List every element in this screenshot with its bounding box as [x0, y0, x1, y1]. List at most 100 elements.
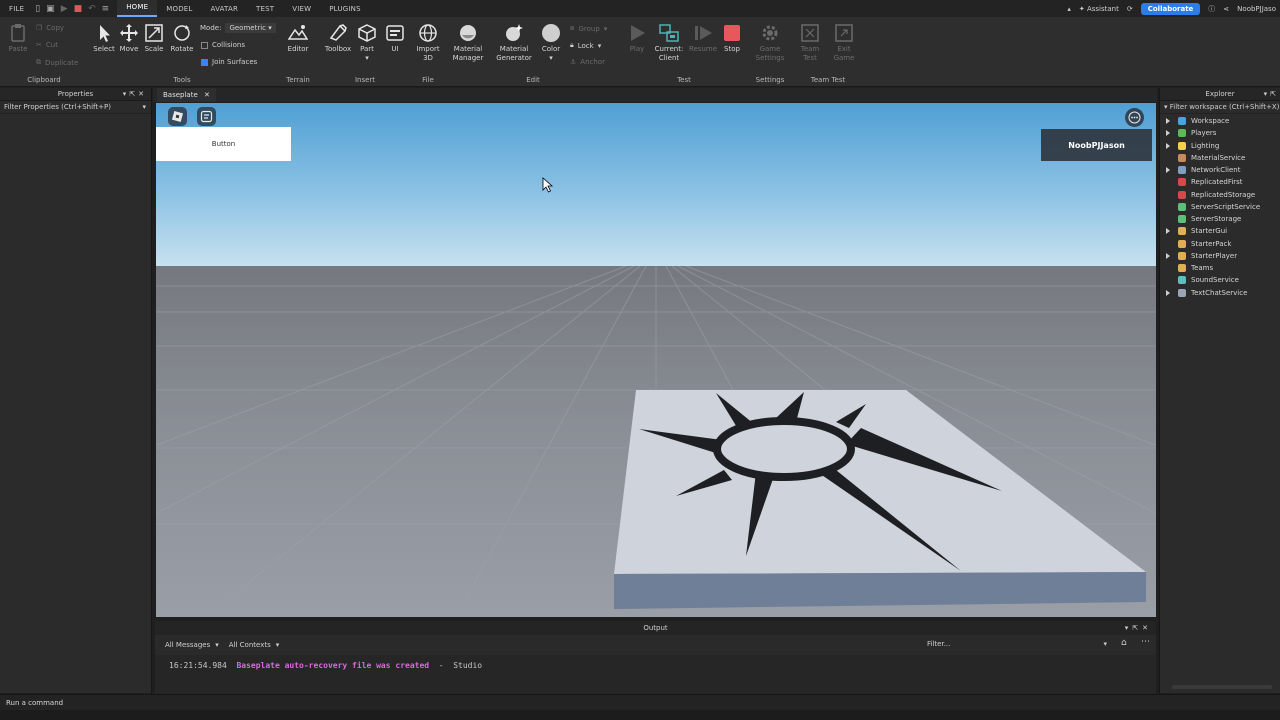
mode-selector[interactable]: Mode: Geometric ▾ — [200, 23, 276, 33]
tab-home[interactable]: HOME — [117, 0, 158, 17]
explorer-item-lighting[interactable]: Lighting — [1160, 140, 1280, 152]
explorer-item-starterplayer[interactable]: StarterPlayer — [1160, 250, 1280, 262]
close-icon[interactable]: ✕ — [138, 90, 147, 98]
viewport-gui-button[interactable]: Button — [156, 127, 291, 161]
clear-output-icon[interactable]: ⌂ — [1121, 638, 1127, 648]
toolbox-button[interactable]: Toolbox — [322, 23, 354, 54]
assistant-button[interactable]: ✦ Assistant — [1079, 5, 1119, 13]
explorer-item-players[interactable]: Players — [1160, 127, 1280, 139]
play-button[interactable]: Play — [624, 23, 650, 54]
collaborate-button[interactable]: Collaborate — [1140, 2, 1201, 15]
explorer-item-teams[interactable]: Teams — [1160, 262, 1280, 274]
new-file-icon[interactable]: ▯ — [35, 4, 40, 14]
join-surfaces-checkbox[interactable] — [201, 58, 208, 66]
chat-icon[interactable] — [197, 107, 216, 126]
undo-icon[interactable]: ↶ — [88, 4, 96, 14]
stop-button[interactable]: Stop — [720, 23, 744, 54]
close-icon[interactable]: ✕ — [204, 91, 210, 99]
expand-arrow-icon[interactable] — [1166, 130, 1170, 137]
tab-baseplate[interactable]: Baseplate ✕ — [157, 88, 216, 102]
expand-arrow-icon[interactable] — [1166, 142, 1170, 149]
expand-arrow-icon[interactable] — [1166, 118, 1170, 124]
explorer-filter[interactable]: ▾ Filter workspace (Ctrl+Shift+X) — [1160, 101, 1280, 114]
select-button[interactable]: Select — [92, 23, 116, 54]
undock-icon[interactable]: ⇱ — [1132, 624, 1142, 632]
tab-avatar[interactable]: AVATAR — [202, 5, 248, 13]
explorer-item-serverstorage[interactable]: ServerStorage — [1160, 213, 1280, 225]
tab-view[interactable]: VIEW — [283, 5, 320, 13]
overflow-icon[interactable]: ≡ — [102, 4, 110, 14]
explorer-item-serverscriptservice[interactable]: ServerScriptService — [1160, 201, 1280, 213]
explorer-item-starterpack[interactable]: StarterPack — [1160, 238, 1280, 250]
caret-up-icon[interactable]: ▴ — [1067, 5, 1071, 13]
more-options-icon[interactable]: ⋯ — [1141, 637, 1150, 647]
collisions-checkbox[interactable] — [201, 41, 208, 49]
share-icon[interactable]: ⋖ — [1223, 5, 1229, 13]
tab-plugins[interactable]: PLUGINS — [320, 5, 369, 13]
undock-icon[interactable]: ⇱ — [1270, 90, 1279, 98]
resume-button[interactable]: Resume — [688, 23, 718, 54]
file-menu[interactable]: FILE — [0, 5, 33, 13]
terrain-editor-button[interactable]: Editor — [284, 23, 312, 54]
scale-button[interactable]: Scale — [142, 23, 166, 54]
user-name[interactable]: NoobPJJaso — [1237, 5, 1276, 13]
explorer-item-workspace[interactable]: Workspace — [1160, 115, 1280, 127]
output-filter-input[interactable]: Filter... ▾ — [925, 638, 1111, 651]
copy-button[interactable]: ❐ Copy — [36, 24, 64, 32]
explorer-scrollbar[interactable] — [1172, 685, 1272, 689]
tab-test[interactable]: TEST — [247, 5, 283, 13]
import-3d-button[interactable]: Import 3D — [414, 23, 442, 63]
help-icon[interactable]: ⓘ — [1208, 4, 1215, 14]
explorer-item-soundservice[interactable]: SoundService — [1160, 274, 1280, 286]
chevron-down-icon[interactable]: ▾ — [142, 101, 146, 114]
messages-filter-dropdown[interactable]: All Messages ▾ — [165, 641, 219, 649]
explorer-item-networkclient[interactable]: NetworkClient — [1160, 164, 1280, 176]
paste-button[interactable]: Paste — [6, 23, 30, 54]
exit-game-button[interactable]: Exit Game — [830, 23, 858, 63]
duplicate-button[interactable]: ⧉ Duplicate — [36, 58, 78, 67]
3d-viewport[interactable]: Button NoobPJJason — [156, 103, 1156, 617]
move-button[interactable]: Move — [117, 23, 141, 54]
join-surfaces-toggle[interactable]: Join Surfaces — [201, 58, 257, 66]
material-manager-button[interactable]: Material Manager — [450, 23, 486, 63]
color-button[interactable]: Color ▾ — [538, 23, 564, 63]
contexts-filter-dropdown[interactable]: All Contexts ▾ — [229, 641, 280, 649]
undock-icon[interactable]: ⇱ — [129, 90, 138, 98]
expand-arrow-icon[interactable] — [1166, 252, 1170, 259]
play-small-icon[interactable]: ▶ — [61, 4, 68, 14]
explorer-item-replicatedstorage[interactable]: ReplicatedStorage — [1160, 189, 1280, 201]
properties-filter[interactable]: Filter Properties (Ctrl+Shift+P) ▾ — [0, 101, 151, 114]
explorer-panel: Explorer ▾⇱ ▾ Filter workspace (Ctrl+Shi… — [1159, 88, 1280, 693]
cut-button[interactable]: ✂ Cut — [36, 41, 58, 49]
expand-arrow-icon[interactable] — [1166, 289, 1170, 296]
group-button[interactable]: ⧈ Group ▾ — [570, 24, 607, 33]
ui-button[interactable]: UI — [384, 23, 406, 54]
lock-button[interactable]: 🔒︎ Lock ▾ — [570, 41, 601, 50]
roblox-menu-icon[interactable] — [168, 107, 187, 126]
collisions-toggle[interactable]: Collisions — [201, 41, 245, 49]
player-name-badge[interactable]: NoobPJJason — [1041, 129, 1152, 161]
close-icon[interactable]: ✕ — [1142, 624, 1152, 632]
anchor-button[interactable]: ⚓︎ Anchor — [570, 58, 605, 66]
group-icon: ⧈ — [570, 24, 575, 32]
refresh-icon[interactable]: ⟳ — [1127, 5, 1133, 13]
part-button[interactable]: Part ▾ — [356, 23, 378, 63]
tab-model[interactable]: MODEL — [157, 5, 201, 13]
mode-dropdown[interactable]: Geometric ▾ — [225, 23, 276, 33]
explorer-item-textchatservice[interactable]: TextChatService — [1160, 287, 1280, 299]
expand-arrow-icon[interactable] — [1166, 228, 1170, 235]
chevron-down-icon[interactable]: ▾ — [1103, 638, 1107, 651]
expand-arrow-icon[interactable] — [1166, 167, 1170, 173]
explorer-item-startergui[interactable]: StarterGui — [1160, 225, 1280, 237]
explorer-item-replicatedfirst[interactable]: ReplicatedFirst — [1160, 176, 1280, 188]
material-generator-button[interactable]: Material Generator — [494, 23, 534, 63]
save-icon[interactable]: ▣ — [46, 4, 55, 14]
explorer-item-materialservice[interactable]: MaterialService — [1160, 152, 1280, 164]
game-settings-button[interactable]: Game Settings — [754, 23, 786, 63]
more-options-icon[interactable] — [1125, 108, 1144, 127]
stop-small-icon[interactable]: ■ — [74, 4, 83, 14]
current-client-button[interactable]: Current: Client — [652, 23, 686, 63]
rotate-button[interactable]: Rotate — [168, 23, 196, 54]
team-test-button[interactable]: Team Test — [796, 23, 824, 63]
command-input[interactable] — [6, 696, 606, 709]
